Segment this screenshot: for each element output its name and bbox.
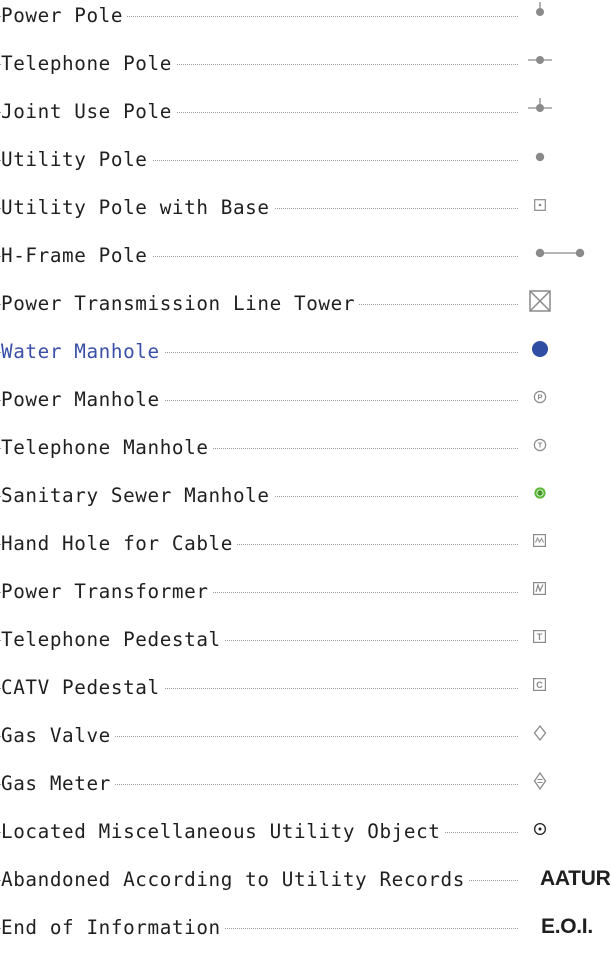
legend-row-power-transformer: Power Transformer [0,576,611,624]
legend-label: CATV Pedestal [1,676,164,700]
legend-label: Gas Valve [1,724,115,748]
h-frame-pole-icon [534,247,586,259]
legend-label: Power Transformer [1,580,213,604]
utility-pole-icon [534,151,546,163]
joint-use-pole-icon [528,98,552,118]
legend-row-gas-meter: Gas Meter [0,768,611,816]
symbol-letter: T [538,441,543,450]
legend-row-sewer-manhole: Sanitary Sewer Manhole S [0,480,611,528]
legend-row-telephone-pedestal: Telephone Pedestal T [0,624,611,672]
telephone-manhole-icon: T [533,438,547,452]
legend-row-catv-pedestal: CATV Pedestal C [0,672,611,720]
gas-meter-icon [533,771,547,791]
utility-pole-base-icon [534,199,546,211]
legend-label: Telephone Pedestal [1,628,225,652]
hand-hole-icon [533,534,547,548]
sewer-manhole-icon: S [533,486,547,500]
legend-row-gas-valve: Gas Valve [0,720,611,768]
legend-label: End of Information [1,916,225,940]
legend-row-utility-pole-base: Utility Pole with Base [0,192,611,240]
eoi-symbol: E.O.I. [541,915,593,938]
legend-label: Abandoned According to Utility Records [1,868,469,892]
legend-row-joint-use-pole: Joint Use Pole [0,96,611,144]
legend-label: Located Miscellaneous Utility Object [1,820,445,844]
telephone-pedestal-icon: T [533,630,547,644]
legend-row-water-manhole: Water Manhole [0,336,611,384]
power-manhole-icon: P [533,390,547,404]
legend-label: Telephone Manhole [1,436,213,460]
water-manhole-icon [531,340,549,358]
symbol-letter: C [536,680,543,690]
misc-utility-icon [533,822,547,836]
legend-label: Power Manhole [1,388,164,412]
gas-valve-icon [533,724,547,742]
power-pole-icon [532,2,548,22]
legend-label: Joint Use Pole [1,100,176,124]
legend-label: Sanitary Sewer Manhole [1,484,274,508]
utility-symbol-legend: Power Pole Telephone Pole Joint Use Pole [0,0,611,941]
aatur-symbol: AATUR [540,867,611,890]
legend-label: Power Pole [1,4,128,28]
legend-row-utility-pole: Utility Pole [0,144,611,192]
legend-label: Utility Pole with Base [1,196,274,220]
legend-label: Utility Pole [1,148,152,172]
legend-label: H-Frame Pole [1,244,152,268]
legend-row-abandoned: Abandoned According to Utility Records A… [0,864,611,912]
symbol-letter: S [538,491,542,497]
legend-label: Gas Meter [1,772,115,796]
legend-label: Hand Hole for Cable [1,532,237,556]
legend-row-power-pole: Power Pole [0,0,611,48]
legend-row-transmission-tower: Power Transmission Line Tower [0,288,611,336]
legend-row-misc-utility: Located Miscellaneous Utility Object [0,816,611,864]
transmission-tower-icon [529,290,551,312]
legend-row-power-manhole: Power Manhole P [0,384,611,432]
legend-label: Telephone Pole [1,52,176,76]
power-transformer-icon [533,582,547,596]
symbol-letter: T [537,632,543,642]
legend-row-h-frame-pole: H-Frame Pole [0,240,611,288]
catv-pedestal-icon: C [533,678,547,692]
legend-row-telephone-pole: Telephone Pole [0,48,611,96]
telephone-pole-icon [528,54,552,68]
legend-row-hand-hole: Hand Hole for Cable [0,528,611,576]
legend-label: Water Manhole [1,340,164,364]
legend-row-end-of-information: End of Information E.O.I. [0,912,611,960]
symbol-letter: P [537,393,542,402]
legend-row-telephone-manhole: Telephone Manhole T [0,432,611,480]
legend-label: Power Transmission Line Tower [1,292,360,316]
